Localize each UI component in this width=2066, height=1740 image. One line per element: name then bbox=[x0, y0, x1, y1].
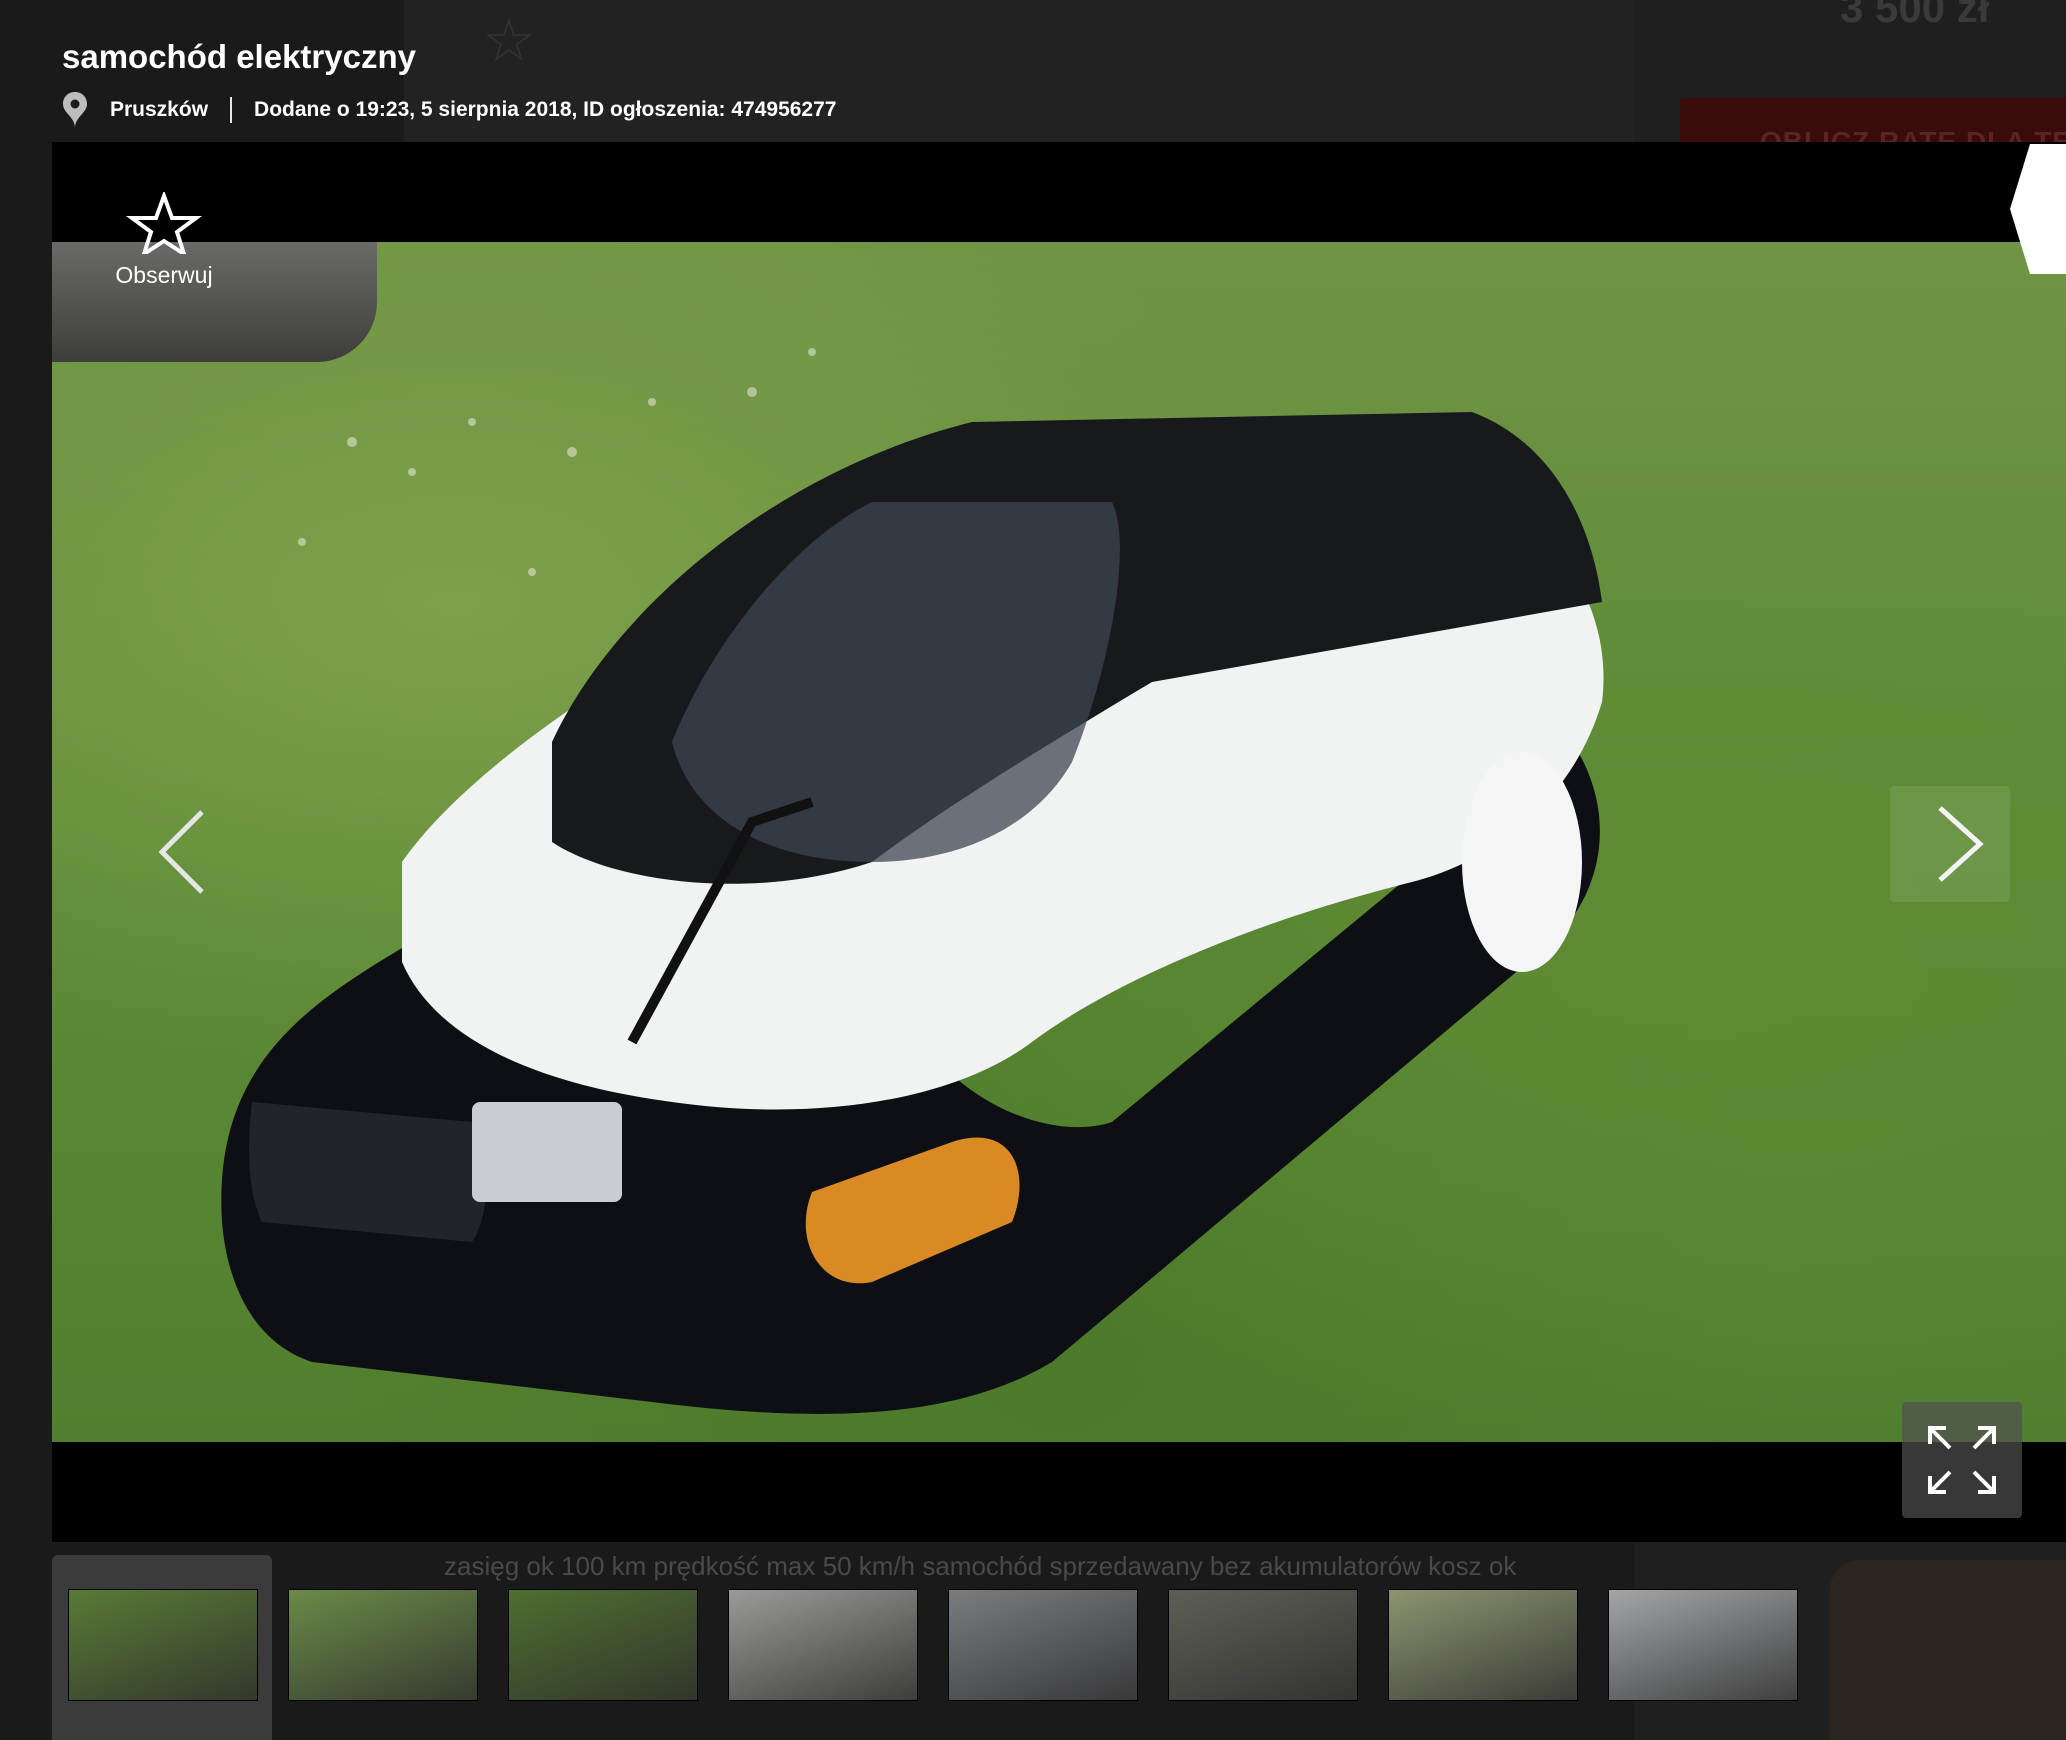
thumb-8[interactable] bbox=[1608, 1589, 1798, 1701]
background-price: 3 500 zł bbox=[1840, 0, 1990, 31]
photo-gallery: Obserwuj bbox=[52, 142, 2066, 1542]
thumb-4[interactable] bbox=[728, 1589, 918, 1701]
thumb-6[interactable] bbox=[1168, 1589, 1358, 1701]
listing-added-date: Dodane o 19:23, 5 sierpnia 2018, ID ogło… bbox=[254, 98, 837, 121]
listing-location[interactable]: Pruszków bbox=[110, 98, 208, 122]
listing-title: samochód elektryczny bbox=[62, 38, 416, 75]
follow-button[interactable]: Obserwuj bbox=[108, 258, 220, 289]
thumb-1[interactable] bbox=[68, 1589, 258, 1701]
expand-icon bbox=[1928, 1426, 1996, 1494]
thumb-2[interactable] bbox=[288, 1589, 478, 1701]
chevron-right-icon bbox=[1938, 806, 1984, 882]
main-photo[interactable] bbox=[52, 242, 2066, 1442]
follow-label[interactable]: Obserwuj bbox=[108, 262, 220, 289]
background-bottom-image bbox=[1830, 1560, 2066, 1740]
listing-meta: Pruszków Dodane o 19:23, 5 sierpnia 2018… bbox=[62, 92, 836, 128]
location-pin-icon bbox=[63, 92, 87, 128]
follow-star-icon[interactable] bbox=[108, 192, 220, 254]
thumb-3[interactable] bbox=[508, 1589, 698, 1701]
next-photo-button[interactable] bbox=[1890, 786, 2010, 902]
thumb-5[interactable] bbox=[948, 1589, 1138, 1701]
thumbnail-strip bbox=[52, 1555, 1852, 1740]
side-panel-toggle[interactable] bbox=[2008, 144, 2066, 274]
meta-divider bbox=[230, 97, 233, 123]
fullscreen-button[interactable] bbox=[1902, 1402, 2022, 1518]
thumb-7[interactable] bbox=[1388, 1589, 1578, 1701]
photo-car bbox=[221, 348, 1604, 1414]
background-star-icon: ☆ bbox=[482, 7, 536, 74]
previous-photo-button[interactable] bbox=[122, 792, 242, 912]
